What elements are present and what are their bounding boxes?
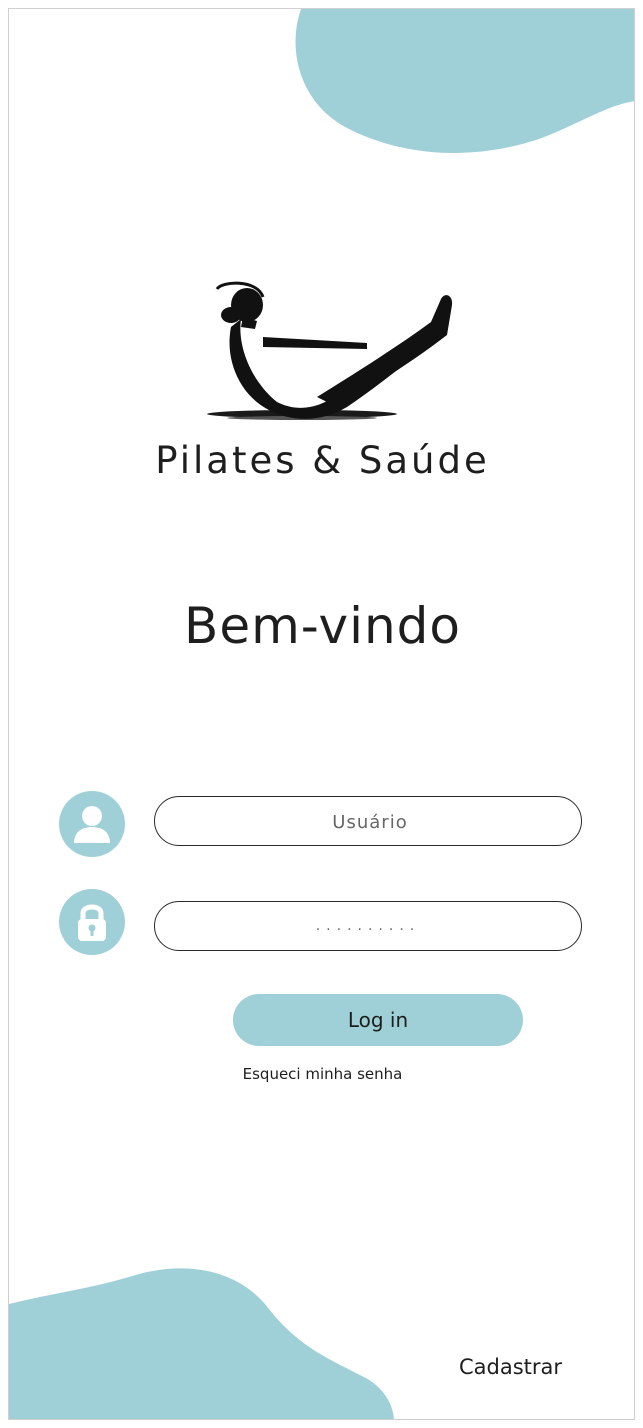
- brand-name: Pilates & Saúde: [155, 439, 490, 482]
- welcome-heading: Bem-vindo: [184, 597, 461, 655]
- login-screen: Pilates & Saúde Bem-vindo .......... Log…: [8, 8, 635, 1420]
- username-input[interactable]: [155, 797, 585, 847]
- login-button[interactable]: Log in: [233, 994, 523, 1046]
- password-masked-value: ..........: [315, 918, 421, 934]
- username-field[interactable]: [154, 796, 585, 847]
- user-icon: [59, 791, 125, 857]
- forgot-password-link[interactable]: Esqueci minha senha: [9, 1065, 634, 1083]
- pilates-pose-icon: [207, 281, 453, 420]
- password-field[interactable]: ..........: [154, 901, 582, 951]
- register-link[interactable]: Cadastrar: [459, 1355, 562, 1379]
- top-decorative-wave: [295, 9, 634, 153]
- bottom-decorative-wave: [9, 1268, 394, 1419]
- lock-icon: [59, 889, 125, 955]
